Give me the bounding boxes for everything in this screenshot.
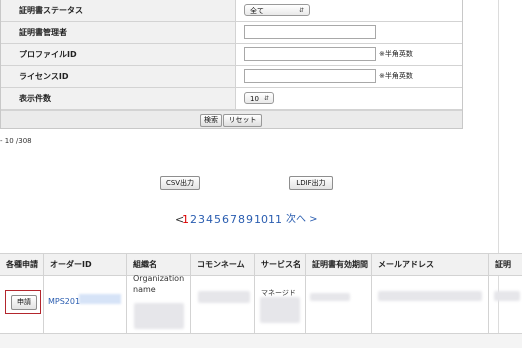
profile-id-label: プロファイルID bbox=[1, 44, 236, 65]
redacted-email bbox=[378, 291, 482, 301]
results-table-header: 各種申請 オーダーID 組織名 コモンネーム サービス名 証明書有効期間 メール… bbox=[0, 253, 522, 276]
col-header-common-name: コモンネーム bbox=[191, 254, 255, 275]
apply-highlight: 申請 bbox=[5, 290, 41, 314]
page-link-1[interactable]: 1 bbox=[182, 211, 189, 229]
select-arrows-icon: ⇵ bbox=[263, 95, 269, 102]
col-header-order-id: オーダーID bbox=[44, 254, 127, 275]
page-size-label: 表示件数 bbox=[1, 88, 236, 109]
col-header-email: メールアドレス bbox=[372, 254, 489, 275]
col-header-certificate: 証明 bbox=[495, 260, 511, 269]
manager-input[interactable] bbox=[244, 25, 376, 39]
pagination-next[interactable]: 次へ > bbox=[286, 211, 318, 229]
col-header-validity: 証明書有効期間 bbox=[306, 254, 372, 275]
redacted-certificate bbox=[494, 291, 520, 301]
ldif-export-button[interactable]: LDIF出力 bbox=[289, 176, 333, 190]
page-link-6[interactable]: 6 bbox=[222, 211, 229, 229]
redacted-order-suffix bbox=[79, 294, 121, 304]
redacted-service bbox=[260, 297, 300, 323]
page-link-3[interactable]: 3 bbox=[198, 211, 205, 229]
search-form: 証明書ステータス 全て ⇵ 証明書管理者 プロファイルID ※半角英数 ライセン… bbox=[0, 0, 463, 129]
page-size-row: 表示件数 10 ⇵ bbox=[1, 88, 462, 110]
next-row-shade bbox=[0, 334, 522, 348]
status-select[interactable]: 全て ⇵ bbox=[244, 4, 310, 16]
page-link-7[interactable]: 7 bbox=[230, 211, 237, 229]
redacted-common-name bbox=[198, 291, 250, 303]
license-id-input[interactable] bbox=[244, 69, 376, 83]
page-link-5[interactable]: 5 bbox=[214, 211, 221, 229]
page-link-11[interactable]: 11 bbox=[268, 211, 282, 229]
pagination: < 1 2 3 4 5 6 7 8 9 10 11 次へ > bbox=[0, 211, 522, 229]
license-id-label: ライセンスID bbox=[1, 66, 236, 87]
page-size-select[interactable]: 10 ⇵ bbox=[244, 92, 274, 104]
csv-export-button[interactable]: CSV出力 bbox=[160, 176, 200, 190]
apply-button[interactable]: 申請 bbox=[11, 295, 37, 310]
order-id-link[interactable]: MPS201 bbox=[48, 297, 80, 306]
status-label: 証明書ステータス bbox=[1, 0, 236, 21]
page-link-8[interactable]: 8 bbox=[238, 211, 245, 229]
page-link-9[interactable]: 9 bbox=[246, 211, 253, 229]
redacted-validity bbox=[310, 293, 350, 301]
manager-row: 証明書管理者 bbox=[1, 22, 462, 44]
page-link-4[interactable]: 4 bbox=[206, 211, 213, 229]
redacted-organization bbox=[134, 303, 184, 329]
form-button-row: 検索 リセット bbox=[1, 110, 462, 128]
profile-id-input[interactable] bbox=[244, 47, 376, 61]
col-header-organization: 組織名 bbox=[127, 254, 191, 275]
col-header-apply: 各種申請 bbox=[0, 254, 44, 275]
result-count: - 10 /308 bbox=[0, 137, 32, 145]
profile-id-row: プロファイルID ※半角英数 bbox=[1, 44, 462, 66]
reset-button[interactable]: リセット bbox=[223, 114, 262, 127]
license-id-hint: ※半角英数 bbox=[379, 72, 413, 80]
select-arrows-icon: ⇵ bbox=[298, 7, 304, 14]
col-header-service: サービス名 bbox=[255, 254, 306, 275]
page-link-2[interactable]: 2 bbox=[190, 211, 197, 229]
service-name: マネージド bbox=[261, 289, 296, 297]
organization-name: Organization name bbox=[133, 274, 185, 294]
status-row: 証明書ステータス 全て ⇵ bbox=[1, 0, 462, 22]
profile-id-hint: ※半角英数 bbox=[379, 50, 413, 58]
search-button[interactable]: 検索 bbox=[200, 114, 222, 127]
manager-label: 証明書管理者 bbox=[1, 22, 236, 43]
page-link-10[interactable]: 10 bbox=[254, 211, 268, 229]
license-id-row: ライセンスID ※半角英数 bbox=[1, 66, 462, 88]
